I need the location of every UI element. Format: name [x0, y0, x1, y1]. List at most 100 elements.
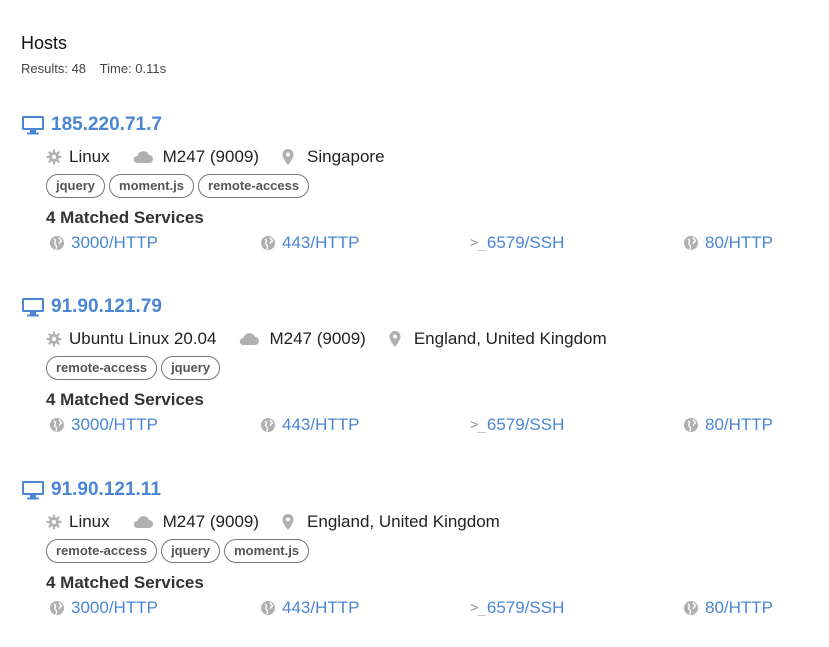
service-label: 443/HTTP [282, 415, 360, 434]
service-link[interactable]: >_ 6579/SSH [470, 598, 564, 618]
host-meta: Linux M247 (9009) England, United Kingdo… [46, 511, 811, 533]
globe-icon [683, 235, 702, 251]
globe-icon [260, 600, 279, 616]
service-label: 6579/SSH [486, 233, 565, 252]
host-meta: Ubuntu Linux 20.04 M247 (9009) England, … [46, 328, 811, 350]
host-ip-link[interactable]: 91.90.121.11 [51, 479, 161, 501]
os-info: Linux [46, 147, 110, 167]
service-label: 443/HTTP [282, 233, 360, 252]
tag-badge[interactable]: jquery [161, 356, 221, 380]
service-label: 3000/HTTP [71, 598, 158, 617]
host-ip-link[interactable]: 185.220.71.7 [51, 114, 162, 136]
terminal-icon: >_ [470, 235, 486, 251]
asn-info: M247 (9009) [238, 329, 366, 349]
host-title: 185.220.71.7 [21, 113, 811, 137]
matched-services-heading: 4 Matched Services [46, 208, 204, 227]
globe-icon [260, 417, 279, 433]
tag-list: remote-access jquery moment.js [46, 539, 811, 563]
service-label: 80/HTTP [705, 415, 774, 434]
page-title: Hosts [21, 33, 68, 53]
location-info: England, United Kingdom [388, 329, 607, 349]
results-header: Hosts Results: 48 Time: 0.11s [21, 33, 166, 76]
service-label: 3000/HTTP [71, 415, 158, 434]
service-link[interactable]: 3000/HTTP [49, 415, 158, 435]
tag-badge[interactable]: remote-access [46, 539, 158, 563]
asn-info: M247 (9009) [132, 147, 259, 167]
asn-label: M247 (9009) [162, 512, 260, 531]
service-label: 80/HTTP [705, 598, 774, 617]
location-label: England, United Kingdom [413, 329, 607, 348]
service-link[interactable]: 443/HTTP [260, 233, 359, 253]
terminal-icon: >_ [470, 600, 486, 616]
service-link[interactable]: >_ 6579/SSH [470, 415, 564, 435]
service-link[interactable]: 80/HTTP [683, 233, 773, 253]
tag-list: remote-access jquery [46, 356, 811, 380]
query-time: Time: 0.11s [99, 61, 167, 76]
tag-badge[interactable]: jquery [161, 539, 221, 563]
gear-icon [46, 514, 66, 530]
terminal-icon: >_ [470, 417, 486, 433]
monitor-icon [21, 115, 45, 135]
tag-badge[interactable]: moment.js [109, 174, 195, 198]
tag-badge[interactable]: remote-access [198, 174, 310, 198]
map-pin-icon [388, 330, 406, 348]
map-pin-icon [281, 513, 299, 531]
service-list: 3000/HTTP 443/HTTP >_ 6579/SSH 80/HTTP [46, 598, 811, 622]
globe-icon [260, 235, 279, 251]
monitor-icon [21, 297, 45, 317]
results-count: Results: 48 [21, 61, 87, 76]
os-label: Linux [69, 512, 110, 531]
service-list: 3000/HTTP 443/HTTP >_ 6579/SSH 80/HTTP [46, 233, 811, 257]
os-label: Linux [69, 147, 110, 166]
globe-icon [49, 417, 68, 433]
service-link[interactable]: 443/HTTP [260, 598, 359, 618]
os-info: Ubuntu Linux 20.04 [46, 329, 216, 349]
service-link[interactable]: 443/HTTP [260, 415, 359, 435]
globe-icon [683, 600, 702, 616]
service-link[interactable]: 3000/HTTP [49, 233, 158, 253]
service-label: 3000/HTTP [71, 233, 158, 252]
map-pin-icon [281, 148, 299, 166]
location-info: England, United Kingdom [281, 512, 500, 532]
host-title: 91.90.121.79 [21, 295, 811, 319]
asn-label: M247 (9009) [162, 147, 260, 166]
service-link[interactable]: 80/HTTP [683, 598, 773, 618]
os-label: Ubuntu Linux 20.04 [69, 329, 217, 348]
host-meta: Linux M247 (9009) Singapore [46, 146, 811, 168]
service-list: 3000/HTTP 443/HTTP >_ 6579/SSH 80/HTTP [46, 415, 811, 439]
tag-badge[interactable]: moment.js [224, 539, 310, 563]
location-label: Singapore [307, 147, 385, 166]
globe-icon [683, 417, 702, 433]
os-info: Linux [46, 512, 110, 532]
cloud-icon [238, 331, 264, 347]
host-ip-link[interactable]: 91.90.121.79 [51, 296, 162, 318]
service-label: 6579/SSH [486, 415, 565, 434]
cloud-icon [132, 149, 158, 165]
tag-badge[interactable]: jquery [46, 174, 106, 198]
globe-icon [49, 600, 68, 616]
service-label: 443/HTTP [282, 598, 360, 617]
cloud-icon [132, 514, 158, 530]
host-card: 185.220.71.7 Linux M247 (9009) Singapore… [21, 113, 811, 257]
asn-label: M247 (9009) [269, 329, 366, 348]
gear-icon [46, 331, 66, 347]
matched-services-heading: 4 Matched Services [46, 573, 204, 592]
host-title: 91.90.121.11 [21, 478, 811, 502]
asn-info: M247 (9009) [132, 512, 259, 532]
location-info: Singapore [281, 147, 385, 167]
host-card: 91.90.121.11 Linux M247 (9009) England, … [21, 478, 811, 622]
tag-badge[interactable]: remote-access [46, 356, 158, 380]
host-card: 91.90.121.79 Ubuntu Linux 20.04 M247 (90… [21, 295, 811, 439]
location-label: England, United Kingdom [307, 512, 500, 531]
results-stats: Results: 48 Time: 0.11s [21, 61, 166, 76]
service-link[interactable]: >_ 6579/SSH [470, 233, 564, 253]
monitor-icon [21, 480, 45, 500]
service-label: 80/HTTP [705, 233, 774, 252]
service-label: 6579/SSH [486, 598, 565, 617]
gear-icon [46, 149, 66, 165]
tag-list: jquery moment.js remote-access [46, 174, 811, 198]
service-link[interactable]: 80/HTTP [683, 415, 773, 435]
matched-services-heading: 4 Matched Services [46, 390, 204, 409]
globe-icon [49, 235, 68, 251]
service-link[interactable]: 3000/HTTP [49, 598, 158, 618]
